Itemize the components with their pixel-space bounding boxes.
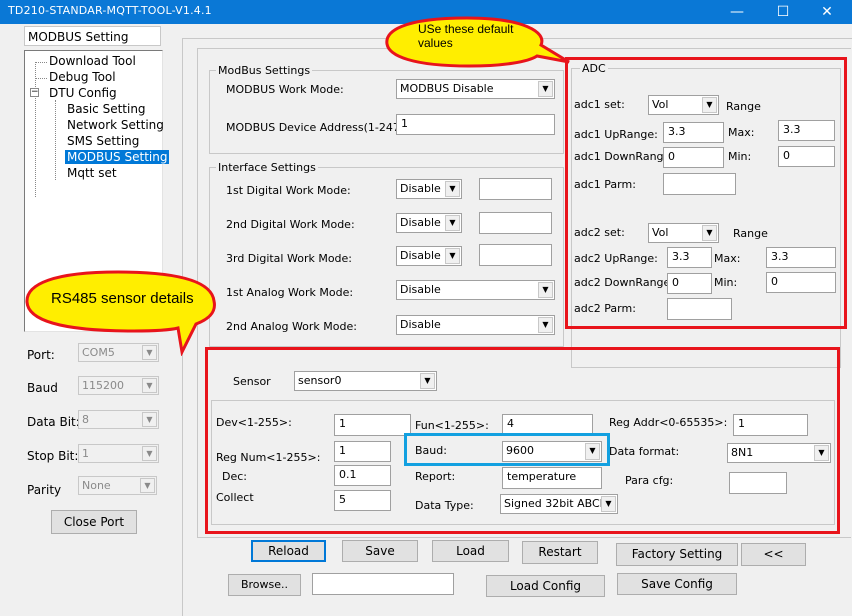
digital1-select[interactable]: Disable ▼ [396, 179, 462, 199]
tree-item-mqtt-set[interactable]: Mqtt set [67, 166, 117, 180]
reload-button[interactable]: Reload [251, 540, 326, 562]
config-path-input[interactable] [312, 573, 454, 595]
close-button[interactable]: ✕ [804, 0, 850, 24]
tree-item-basic-setting[interactable]: Basic Setting [67, 102, 146, 116]
analog2-label: 2nd Analog Work Mode: [226, 320, 357, 333]
adc-highlight-box [565, 57, 847, 329]
tree-item-sms-setting[interactable]: SMS Setting [67, 134, 139, 148]
collapse-button[interactable]: << [741, 543, 806, 566]
tree-line [35, 62, 47, 63]
analog1-value: Disable [400, 283, 441, 296]
digital1-param-input[interactable] [479, 178, 552, 200]
baud-select[interactable]: 115200 ▼ [78, 376, 159, 395]
load-config-button[interactable]: Load Config [486, 575, 605, 597]
chevron-down-icon: ▼ [140, 478, 155, 493]
tree-item-modbus-setting[interactable]: MODBUS Setting [65, 150, 170, 164]
left-tab[interactable]: MODBUS Setting [24, 26, 161, 46]
tree-item-network-setting[interactable]: Network Setting [67, 118, 164, 132]
analog1-select[interactable]: Disable ▼ [396, 280, 555, 300]
chevron-down-icon: ▼ [445, 215, 460, 231]
digital2-label: 2nd Digital Work Mode: [226, 218, 355, 231]
modbus-device-address-label: MODBUS Device Address(1-247): [226, 121, 408, 134]
tree-line [35, 78, 47, 79]
callout-bubble [25, 270, 216, 356]
left-tab-label: MODBUS Setting [28, 30, 129, 44]
interface-settings-title: Interface Settings [216, 161, 318, 174]
analog2-value: Disable [400, 318, 441, 331]
chevron-down-icon: ▼ [538, 317, 553, 333]
tree-item-dtu-config[interactable]: DTU Config [49, 86, 117, 100]
databit-label: Data Bit: [27, 415, 80, 429]
tree-item-debug-tool[interactable]: Debug Tool [49, 70, 116, 84]
modbus-work-mode-label: MODBUS Work Mode: [226, 83, 344, 96]
chevron-down-icon: ▼ [445, 181, 460, 197]
browse-button[interactable]: Browse.. [228, 574, 301, 596]
factory-setting-button[interactable]: Factory Setting [616, 543, 738, 566]
maximize-button[interactable]: ☐ [760, 0, 806, 24]
analog2-select[interactable]: Disable ▼ [396, 315, 555, 335]
tree-line [35, 62, 36, 197]
chevron-down-icon: ▼ [142, 378, 157, 393]
databit-value: 8 [82, 413, 89, 426]
digital3-label: 3rd Digital Work Mode: [226, 252, 353, 265]
collapse-icon[interactable]: − [30, 88, 39, 97]
modbus-work-mode-value: MODBUS Disable [400, 82, 494, 95]
stopbit-select[interactable]: 1 ▼ [78, 444, 159, 463]
minimize-button[interactable]: — [714, 0, 760, 24]
digital2-select[interactable]: Disable ▼ [396, 213, 462, 233]
save-config-button[interactable]: Save Config [617, 573, 737, 595]
parity-label: Parity [27, 483, 62, 497]
load-button[interactable]: Load [432, 540, 509, 562]
chevron-down-icon: ▼ [538, 81, 553, 97]
chevron-down-icon: ▼ [142, 446, 157, 461]
baud-value: 115200 [82, 379, 124, 392]
digital3-select[interactable]: Disable ▼ [396, 246, 462, 266]
digital2-value: Disable [400, 216, 441, 229]
default-values-callout-text: USe these default values [418, 22, 514, 50]
modbus-device-address-input[interactable]: 1 [396, 114, 555, 135]
rs485-callout [25, 270, 216, 356]
restart-button[interactable]: Restart [522, 541, 598, 564]
baud-highlight-box [404, 433, 610, 466]
tree-line [55, 100, 56, 180]
analog1-label: 1st Analog Work Mode: [226, 286, 354, 299]
rs485-callout-text: RS485 sensor details [51, 290, 194, 307]
baud-label: Baud [27, 381, 58, 395]
databit-select[interactable]: 8 ▼ [78, 410, 159, 429]
parity-value: None [82, 479, 111, 492]
chevron-down-icon: ▼ [445, 248, 460, 264]
save-button[interactable]: Save [342, 540, 418, 562]
window-title: TD210-STANDAR-MQTT-TOOL-V1.4.1 [8, 4, 212, 17]
parity-select[interactable]: None ▼ [78, 476, 157, 495]
digital1-label: 1st Digital Work Mode: [226, 184, 351, 197]
stopbit-label: Stop Bit: [27, 449, 79, 463]
digital1-value: Disable [400, 182, 441, 195]
chevron-down-icon: ▼ [538, 282, 553, 298]
modbus-work-mode-select[interactable]: MODBUS Disable ▼ [396, 79, 555, 99]
modbus-settings-title: ModBus Settings [216, 64, 313, 77]
chevron-down-icon: ▼ [142, 412, 157, 427]
tree-item-download-tool[interactable]: Download Tool [49, 54, 136, 68]
digital3-value: Disable [400, 249, 441, 262]
digital3-param-input[interactable] [479, 244, 552, 266]
digital2-param-input[interactable] [479, 212, 552, 234]
stopbit-value: 1 [82, 447, 89, 460]
close-port-button[interactable]: Close Port [51, 510, 137, 534]
